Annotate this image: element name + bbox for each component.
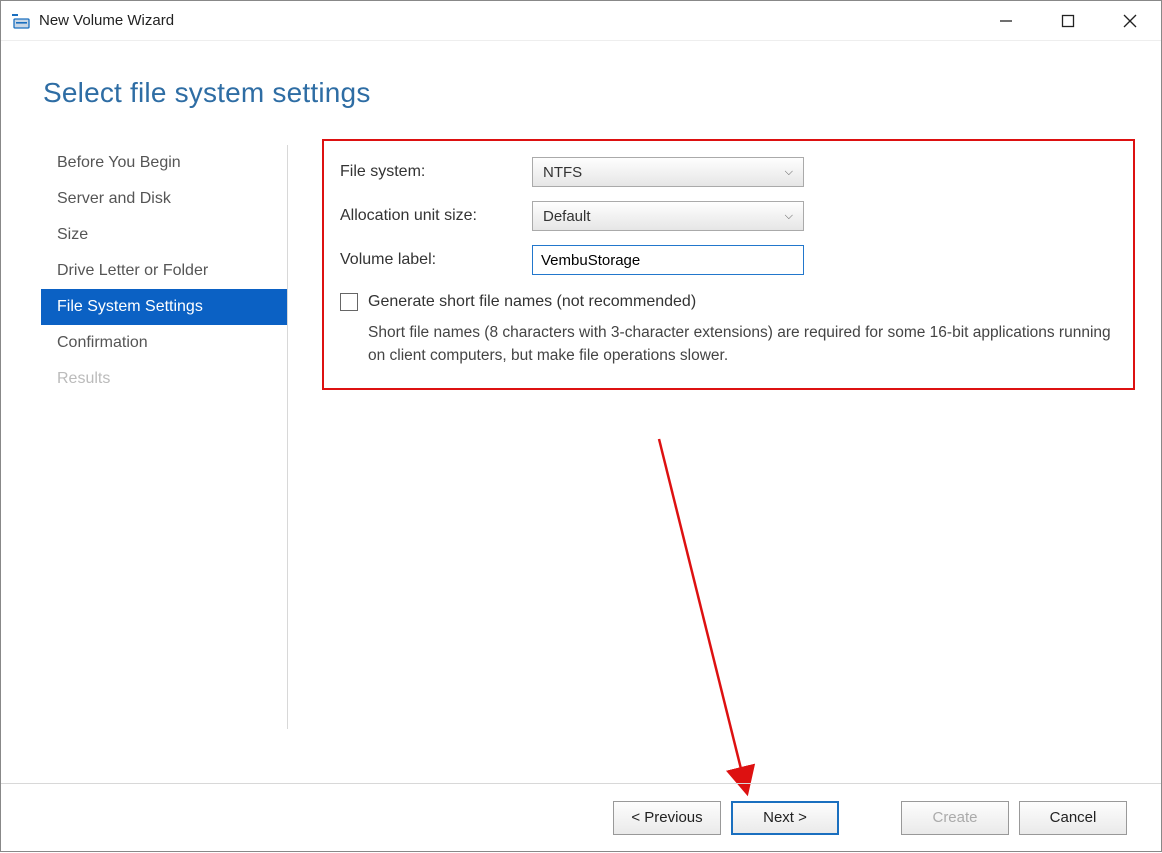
close-icon (1123, 14, 1137, 28)
close-button[interactable] (1099, 1, 1161, 40)
minimize-icon (999, 14, 1013, 28)
app-icon (11, 11, 31, 31)
dropdown-file-system-value: NTFS (543, 164, 582, 181)
wizard-nav: Before You Begin Server and Disk Size Dr… (1, 145, 288, 729)
body-area: Before You Begin Server and Disk Size Dr… (1, 109, 1161, 729)
cancel-button[interactable]: Cancel (1019, 801, 1127, 835)
nav-item-before-you-begin[interactable]: Before You Begin (41, 145, 287, 181)
nav-item-drive-letter-or-folder[interactable]: Drive Letter or Folder (41, 253, 287, 289)
row-generate-short-names: Generate short file names (not recommend… (340, 293, 1117, 311)
minimize-button[interactable] (975, 1, 1037, 40)
footer-button-bar: < Previous Next > Create Cancel (1, 783, 1161, 851)
help-text-short-names: Short file names (8 characters with 3-ch… (368, 321, 1117, 368)
nav-item-results: Results (41, 361, 287, 397)
label-allocation-unit-size: Allocation unit size: (340, 207, 532, 225)
input-volume-label[interactable] (532, 245, 804, 275)
maximize-icon (1061, 14, 1075, 28)
previous-button[interactable]: < Previous (613, 801, 721, 835)
next-button[interactable]: Next > (731, 801, 839, 835)
maximize-button[interactable] (1037, 1, 1099, 40)
window-frame: New Volume Wizard Select file system set… (0, 0, 1162, 852)
nav-item-file-system-settings[interactable]: File System Settings (41, 289, 287, 325)
page-heading: Select file system settings (1, 41, 1161, 109)
nav-item-server-and-disk[interactable]: Server and Disk (41, 181, 287, 217)
dropdown-file-system[interactable]: NTFS ⌵ (532, 157, 804, 187)
title-bar: New Volume Wizard (1, 1, 1161, 41)
window-controls (975, 1, 1161, 40)
nav-item-size[interactable]: Size (41, 217, 287, 253)
window-title: New Volume Wizard (39, 12, 975, 29)
row-file-system: File system: NTFS ⌵ (340, 157, 1117, 187)
checkbox-label-generate-short-names: Generate short file names (not recommend… (368, 293, 696, 311)
dropdown-allocation-value: Default (543, 208, 591, 225)
create-button: Create (901, 801, 1009, 835)
main-panel: File system: NTFS ⌵ Allocation unit size… (288, 145, 1161, 729)
chevron-down-icon: ⌵ (785, 166, 793, 179)
checkbox-generate-short-names[interactable] (340, 293, 358, 311)
dropdown-allocation-unit-size[interactable]: Default ⌵ (532, 201, 804, 231)
label-file-system: File system: (340, 163, 532, 181)
row-allocation-unit-size: Allocation unit size: Default ⌵ (340, 201, 1117, 231)
label-volume-label: Volume label: (340, 251, 532, 269)
nav-item-confirmation[interactable]: Confirmation (41, 325, 287, 361)
annotation-highlight-box: File system: NTFS ⌵ Allocation unit size… (322, 139, 1135, 390)
row-volume-label: Volume label: (340, 245, 1117, 275)
chevron-down-icon: ⌵ (785, 210, 793, 223)
